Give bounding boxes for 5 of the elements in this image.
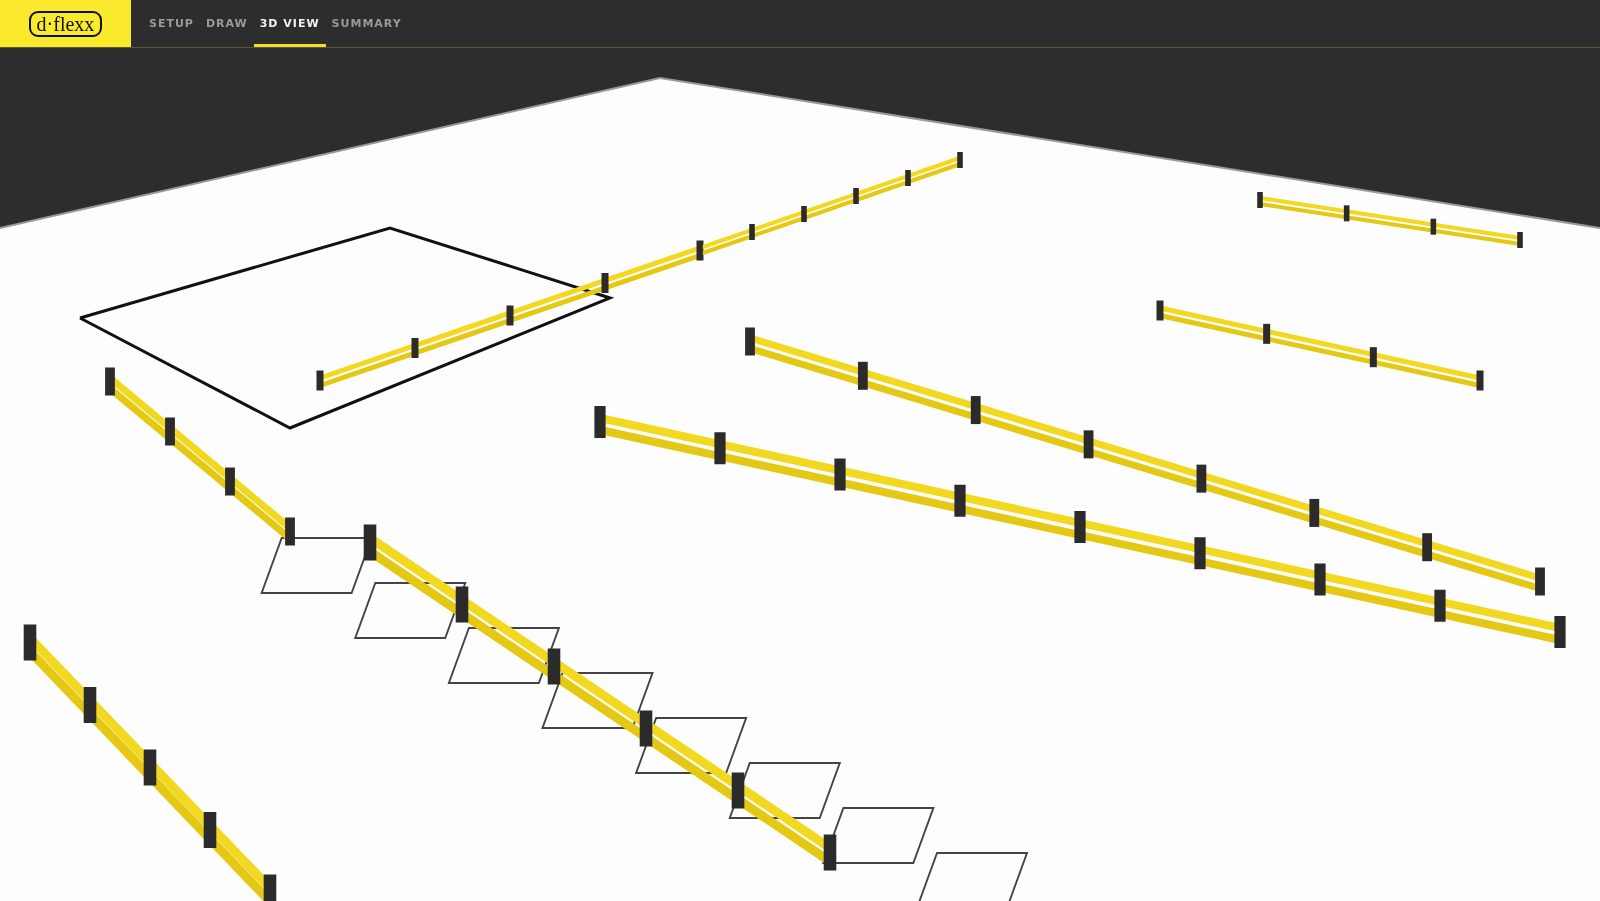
nav-tab[interactable]: SUMMARY (325, 0, 408, 47)
nav-tab[interactable]: 3D VIEW (253, 0, 326, 47)
nav-tab[interactable]: SETUP (143, 0, 200, 47)
nav-tab[interactable]: DRAW (199, 0, 254, 47)
logo[interactable]: d·flexx (28, 10, 103, 37)
